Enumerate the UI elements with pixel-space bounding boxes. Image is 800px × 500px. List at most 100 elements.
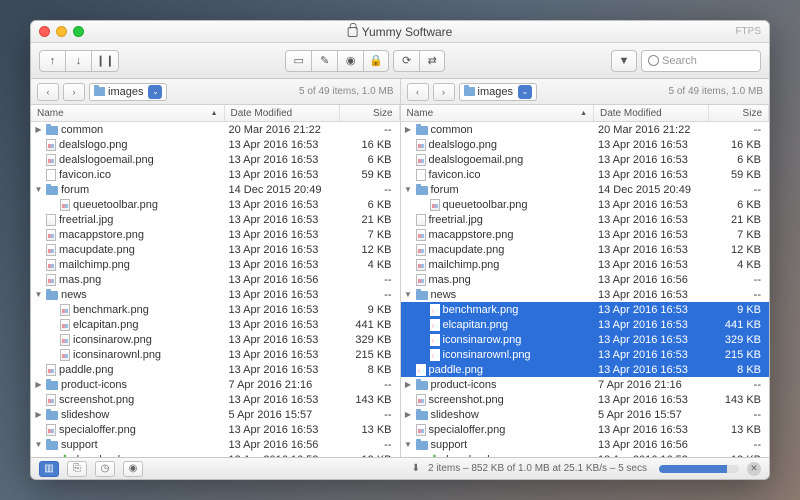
disclosure-triangle[interactable]: ▶	[404, 380, 413, 389]
path-selector[interactable]: images ⌄	[89, 83, 167, 101]
file-row[interactable]: ▼support13 Apr 2016 16:56--	[401, 437, 770, 452]
file-row[interactable]: ▶product-icons7 Apr 2016 21:16--	[31, 377, 400, 392]
nav-forward-button[interactable]: ›	[433, 83, 455, 101]
nav-forward-button[interactable]: ›	[63, 83, 85, 101]
column-name[interactable]: Name ▲	[31, 105, 225, 121]
disclosure-triangle[interactable]: ▶	[404, 410, 413, 419]
column-date[interactable]: Date Modified	[225, 105, 340, 121]
file-row[interactable]: freetrial.jpg13 Apr 2016 16:5321 KB	[31, 212, 400, 227]
file-row[interactable]: elcapitan.png13 Apr 2016 16:53441 KB	[401, 317, 770, 332]
file-size: --	[709, 124, 769, 136]
file-name: iconsinarownl.png	[443, 349, 531, 361]
titlebar[interactable]: Yummy Software FTPS	[31, 21, 769, 43]
disclosure-triangle[interactable]: ▼	[404, 440, 413, 449]
file-row[interactable]: mailchimp.png13 Apr 2016 16:534 KB	[401, 257, 770, 272]
file-row[interactable]: ▶common20 Mar 2016 21:22--	[401, 122, 770, 137]
column-size[interactable]: Size	[340, 105, 400, 121]
disclosure-triangle[interactable]: ▼	[34, 290, 43, 299]
file-row[interactable]: queuetoolbar.png13 Apr 2016 16:536 KB	[401, 197, 770, 212]
file-row[interactable]: mas.png13 Apr 2016 16:56--	[401, 272, 770, 287]
file-row[interactable]: freetrial.jpg13 Apr 2016 16:5321 KB	[401, 212, 770, 227]
file-row[interactable]: paddle.png13 Apr 2016 16:538 KB	[401, 362, 770, 377]
view-mode-queue-button[interactable]: ⎘	[67, 461, 87, 477]
lock-button[interactable]: 🔒	[363, 50, 389, 72]
file-row[interactable]: specialoffer.png13 Apr 2016 16:5313 KB	[401, 422, 770, 437]
file-row[interactable]: iconsinarownl.png13 Apr 2016 16:53215 KB	[31, 347, 400, 362]
edit-button[interactable]: ✎	[311, 50, 337, 72]
view-mode-dual-button[interactable]: ▥	[39, 461, 59, 477]
file-row[interactable]: macappstore.png13 Apr 2016 16:537 KB	[31, 227, 400, 242]
disclosure-triangle[interactable]: ▼	[404, 185, 413, 194]
disclosure-triangle[interactable]: ▼	[34, 440, 43, 449]
cancel-transfer-button[interactable]: ✕	[747, 462, 761, 476]
zoom-window-button[interactable]	[73, 26, 84, 37]
refresh-icon: ⟳	[402, 54, 411, 67]
file-list[interactable]: ▶common20 Mar 2016 21:22--dealslogo.png1…	[31, 122, 400, 457]
file-date: 13 Apr 2016 16:53	[594, 139, 709, 151]
disclosure-triangle[interactable]: ▶	[34, 125, 43, 134]
file-row[interactable]: ▼forum14 Dec 2015 20:49--	[401, 182, 770, 197]
file-row[interactable]: dealslogoemail.png13 Apr 2016 16:536 KB	[401, 152, 770, 167]
view-mode-log-button[interactable]: ◷	[95, 461, 115, 477]
file-name: favicon.ico	[429, 169, 481, 181]
file-row[interactable]: specialoffer.png13 Apr 2016 16:5313 KB	[31, 422, 400, 437]
file-row[interactable]: favicon.ico13 Apr 2016 16:5359 KB	[401, 167, 770, 182]
file-row[interactable]: iconsinarow.png13 Apr 2016 16:53329 KB	[31, 332, 400, 347]
disclosure-triangle[interactable]: ▼	[34, 185, 43, 194]
download-button[interactable]: ↓	[65, 50, 91, 72]
file-row[interactable]: favicon.ico13 Apr 2016 16:5359 KB	[31, 167, 400, 182]
file-row[interactable]: benchmark.png13 Apr 2016 16:539 KB	[401, 302, 770, 317]
filter-button[interactable]: ▼	[611, 50, 637, 72]
view-mode-preview-button[interactable]: ◉	[123, 461, 143, 477]
window-title: Yummy Software	[348, 25, 453, 39]
file-row[interactable]: ▶slideshow5 Apr 2016 15:57--	[401, 407, 770, 422]
file-row[interactable]: elcapitan.png13 Apr 2016 16:53441 KB	[31, 317, 400, 332]
file-row[interactable]: mailchimp.png13 Apr 2016 16:534 KB	[31, 257, 400, 272]
transfer-status-text: 2 items – 852 KB of 1.0 MB at 25.1 KB/s …	[428, 463, 647, 474]
disclosure-triangle[interactable]: ▼	[404, 290, 413, 299]
disclosure-triangle[interactable]: ▶	[34, 410, 43, 419]
close-window-button[interactable]	[39, 26, 50, 37]
file-row[interactable]: ▼forum14 Dec 2015 20:49--	[31, 182, 400, 197]
upload-button[interactable]: ↑	[39, 50, 65, 72]
file-row[interactable]: macupdate.png13 Apr 2016 16:5312 KB	[31, 242, 400, 257]
column-size[interactable]: Size	[709, 105, 769, 121]
file-list[interactable]: ▶common20 Mar 2016 21:22--dealslogo.png1…	[401, 122, 770, 457]
file-row[interactable]: benchmark.png13 Apr 2016 16:539 KB	[31, 302, 400, 317]
column-name[interactable]: Name ▲	[401, 105, 595, 121]
file-row[interactable]: iconsinarow.png13 Apr 2016 16:53329 KB	[401, 332, 770, 347]
nav-back-button[interactable]: ‹	[37, 83, 59, 101]
preview-button[interactable]: ◉	[337, 50, 363, 72]
new-folder-button[interactable]: ▭	[285, 50, 311, 72]
file-row[interactable]: ▼news13 Apr 2016 16:53--	[401, 287, 770, 302]
file-row[interactable]: ▶slideshow5 Apr 2016 15:57--	[31, 407, 400, 422]
file-row[interactable]: dealslogo.png13 Apr 2016 16:5316 KB	[401, 137, 770, 152]
path-selector[interactable]: images ⌄	[459, 83, 537, 101]
file-row[interactable]: ▶common20 Mar 2016 21:22--	[31, 122, 400, 137]
file-row[interactable]: macupdate.png13 Apr 2016 16:5312 KB	[401, 242, 770, 257]
png-icon	[46, 244, 56, 256]
file-row[interactable]: dealslogo.png13 Apr 2016 16:5316 KB	[31, 137, 400, 152]
file-row[interactable]: mas.png13 Apr 2016 16:56--	[31, 272, 400, 287]
file-row[interactable]: ▼news13 Apr 2016 16:53--	[31, 287, 400, 302]
file-row[interactable]: screenshot.png13 Apr 2016 16:53143 KB	[401, 392, 770, 407]
refresh-button[interactable]: ⟳	[393, 50, 419, 72]
disclosure-triangle[interactable]: ▶	[34, 380, 43, 389]
search-input[interactable]: Search	[641, 50, 761, 72]
pause-button[interactable]: ❙❙	[91, 50, 119, 72]
file-row[interactable]: ▶product-icons7 Apr 2016 21:16--	[401, 377, 770, 392]
file-size: --	[340, 379, 400, 391]
file-row[interactable]: macappstore.png13 Apr 2016 16:537 KB	[401, 227, 770, 242]
column-date[interactable]: Date Modified	[594, 105, 709, 121]
file-row[interactable]: screenshot.png13 Apr 2016 16:53143 KB	[31, 392, 400, 407]
file-row[interactable]: queuetoolbar.png13 Apr 2016 16:536 KB	[31, 197, 400, 212]
file-row[interactable]: ▼support13 Apr 2016 16:56--	[31, 437, 400, 452]
minimize-window-button[interactable]	[56, 26, 67, 37]
disclosure-triangle[interactable]: ▶	[404, 125, 413, 134]
file-row[interactable]: paddle.png13 Apr 2016 16:538 KB	[31, 362, 400, 377]
nav-back-button[interactable]: ‹	[407, 83, 429, 101]
sync-button[interactable]: ⇄	[419, 50, 445, 72]
file-row[interactable]: iconsinarownl.png13 Apr 2016 16:53215 KB	[401, 347, 770, 362]
file-row[interactable]: dealslogoemail.png13 Apr 2016 16:536 KB	[31, 152, 400, 167]
file-date: 13 Apr 2016 16:53	[225, 334, 340, 346]
